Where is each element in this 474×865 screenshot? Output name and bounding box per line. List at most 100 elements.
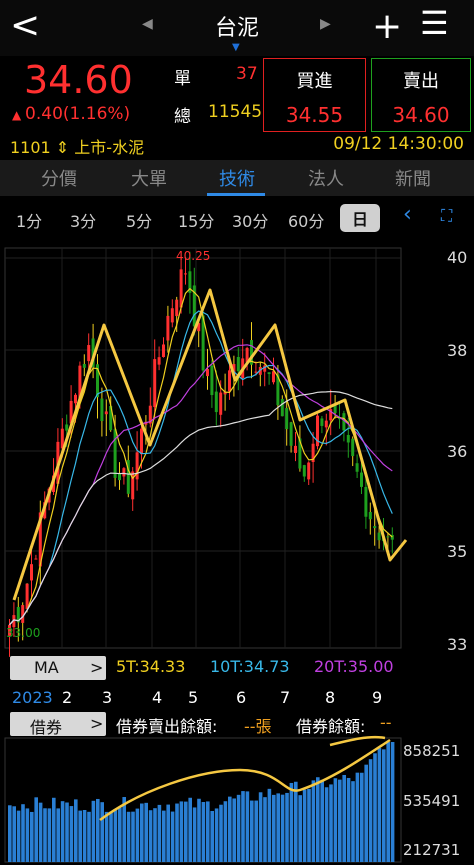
lending-balance-value: -- [380,713,392,732]
candle-body [307,462,311,480]
volume-bar [236,794,241,862]
candle-body [113,429,117,478]
month-label: 8 [325,688,335,707]
candle-body [280,398,284,417]
volume-bar [16,810,21,862]
volume-bar [135,808,140,862]
volume-bar [373,753,377,862]
volume-bar [364,764,368,862]
candle-body [360,472,363,487]
volume-bar [104,811,109,862]
volume-bar [197,798,201,862]
volume-bar [43,808,47,862]
volume-bar [333,778,338,862]
volume-axis-label: 535491 [403,792,460,810]
volume-bar [122,797,126,862]
volume-bar [131,811,135,862]
volume-bar [285,792,289,862]
candle-body [153,359,157,408]
volume-bar [210,810,214,862]
volume-bar [214,808,219,862]
volume-bar [342,774,346,862]
month-label: 9 [372,688,382,707]
candle-body [285,408,289,430]
volume-bar [47,808,52,862]
volume-bar [78,810,82,862]
candle-body [118,473,121,481]
volume-bar [245,791,250,862]
volume-bar [276,793,280,862]
volume-bar [302,789,307,862]
volume-bar [184,801,188,862]
chevron-right-icon: > [90,658,104,677]
candle-body [210,365,214,396]
volume-bar [113,809,118,862]
lending-selector-button[interactable]: 借券 > [10,712,106,737]
ma5-line [9,287,393,626]
volume-bar [263,797,267,862]
volume-bar [166,804,170,862]
candle-body [228,370,231,392]
volume-bar [316,777,320,862]
volume-bar [60,801,65,862]
volume-bar [311,780,316,862]
candle-body [386,536,390,538]
candle-body [324,420,328,428]
ma-selector-button[interactable]: MA > [10,656,106,680]
ma5-value: 5T:34.33 [116,657,186,676]
lending-sell-balance-label: 借券賣出餘額: [116,717,218,736]
volume-bar [355,772,360,862]
volume-bar [324,787,329,862]
candle-body [21,605,25,623]
volume-bar [8,805,12,862]
volume-bar [52,797,56,862]
volume-bar [294,781,298,862]
volume-bar [258,792,263,862]
month-label: 2023 [12,688,53,707]
volume-bar [386,742,390,862]
volume-bar [232,798,236,862]
volume-bar [250,800,254,862]
candle-body [219,392,223,415]
candle-body [25,583,29,609]
volume-bar [298,795,302,862]
candle-body [351,438,355,457]
volume-bar [368,759,373,862]
candle-body [179,269,183,308]
volume-bar [390,742,395,862]
volume-bar [30,811,34,862]
candle-body [236,356,240,372]
candle-body [214,391,218,413]
volume-bar [12,806,16,862]
volume-bar [188,797,192,862]
candle-body [34,558,38,560]
candle-body [368,512,372,520]
ma20-value: 20T:35.00 [314,657,394,676]
volume-bar [289,782,294,862]
candle-body [82,363,86,368]
volume-axis-label: 212731 [403,841,460,859]
volume-bar [338,779,342,862]
volume-bar [267,788,272,862]
candle-body [87,345,91,362]
volume-bar [280,794,285,862]
candle-body [170,308,174,323]
month-label: 5 [188,688,198,707]
volume-bar [140,803,144,862]
volume-bar [228,796,232,862]
candle-body [267,372,271,375]
candle-body [355,463,359,472]
trend-annotation [12,288,408,601]
volume-bar [126,811,131,862]
candle-body [320,418,324,426]
volume-bar [351,781,355,862]
price-axis-label: 35 [447,542,467,561]
chevron-right-icon: > [90,714,104,733]
volume-bar [153,808,157,862]
candle-body [74,394,77,404]
volume-bar [74,799,78,862]
candle-body [364,486,368,517]
ma10-line [9,310,393,626]
price-axis-label: 38 [447,341,467,360]
volume-bar [241,791,245,862]
